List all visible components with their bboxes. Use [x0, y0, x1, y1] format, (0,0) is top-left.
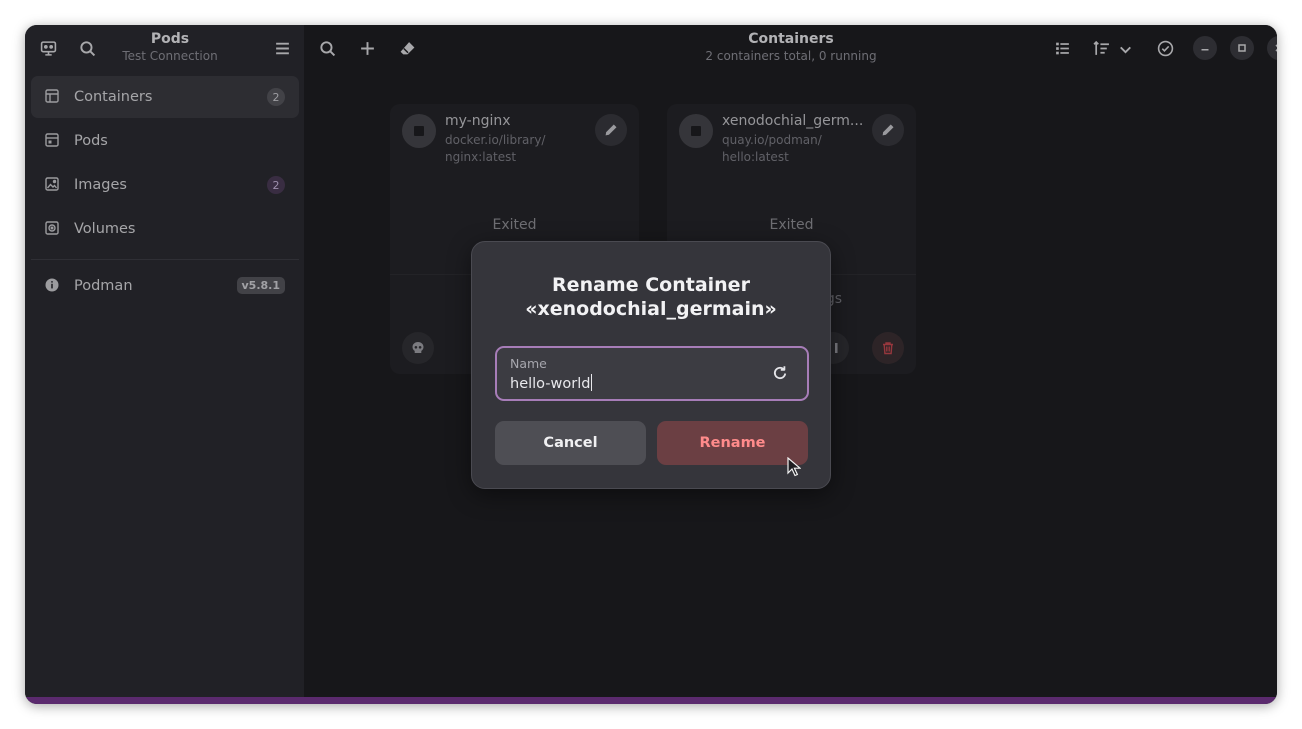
dialog-title-line2: «xenodochial_germain» [525, 298, 777, 320]
cancel-button[interactable]: Cancel [495, 421, 646, 465]
name-input[interactable] [510, 374, 750, 394]
dialog-title-line1: Rename Container [552, 274, 750, 296]
text-caret [591, 374, 592, 391]
name-field-label: Name [510, 356, 547, 371]
rename-button[interactable]: Rename [657, 421, 808, 465]
app-window: Pods Test Connection Containers 2 Pods I… [25, 25, 1277, 704]
bottom-accent-bar [25, 697, 1277, 704]
refresh-icon[interactable] [769, 362, 791, 384]
dialog-title: Rename Container «xenodochial_germain» [482, 273, 820, 321]
name-field[interactable]: Name [495, 346, 809, 401]
rename-container-dialog: Rename Container «xenodochial_germain» N… [471, 241, 831, 489]
mouse-pointer-icon [787, 457, 801, 477]
